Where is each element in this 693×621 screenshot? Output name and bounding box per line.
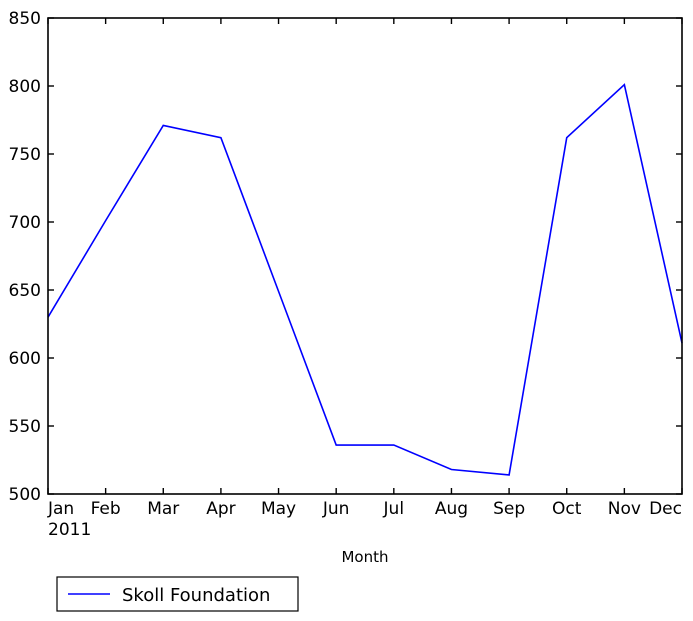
y-tick-label: 850 [9,9,41,29]
x-tick-label: Nov [608,499,641,519]
y-tick-label: 700 [9,213,41,233]
x-tick-label: Jun [322,499,350,519]
y-tick-label: 800 [9,77,41,97]
x-tick-label: Aug [435,499,468,519]
x-tick-label: Dec [649,499,682,519]
y-tick-label: 500 [9,485,41,505]
x-tick-label: Sep [493,499,525,519]
x-axis-period-label: 2011 [48,520,91,540]
x-tick-label: Jul [383,499,405,519]
y-tick-label: 600 [9,349,41,369]
x-tick-label: Apr [206,499,235,519]
y-tick-label: 750 [9,145,41,165]
x-tick-label: Feb [91,499,121,519]
x-axis-title: Month [341,548,388,566]
chart-figure: 500 550 600 650 700 750 800 850 Jan Feb Mar Apr May… [0,0,693,621]
plot-background [48,18,682,494]
x-tick-label: May [261,499,296,519]
legend-label-skoll-foundation: Skoll Foundation [122,585,270,606]
x-tick-label: Mar [147,499,179,519]
line-chart: 500 550 600 650 700 750 800 850 Jan Feb Mar Apr May… [9,9,683,612]
x-tick-label: Oct [552,499,582,519]
y-tick-label: 650 [9,281,41,301]
x-tick-label: Jan [47,499,74,519]
chart-legend[interactable]: Skoll Foundation [56,576,299,612]
y-tick-label: 550 [9,417,41,437]
